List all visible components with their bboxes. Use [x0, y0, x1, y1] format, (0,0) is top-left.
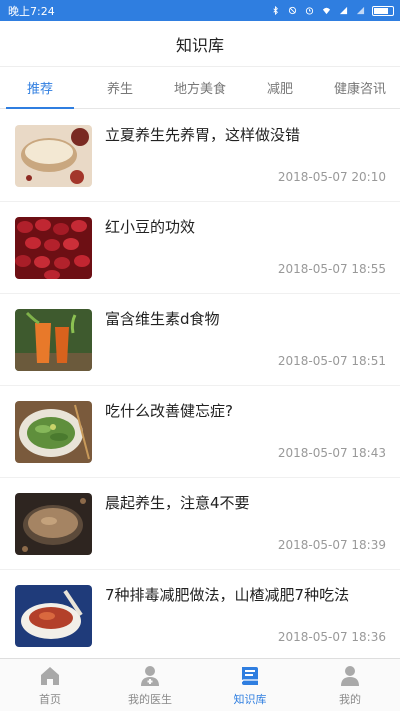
status-icons	[270, 5, 394, 16]
article-title[interactable]: 7种排毒减肥做法，山楂减肥7种吃法	[105, 584, 386, 606]
article-item[interactable]: 吃什么改善健忘症? 2018-05-07 18:43	[0, 386, 400, 478]
doctor-icon	[141, 665, 159, 686]
person-icon	[341, 665, 359, 686]
vegetable-plate-image	[15, 401, 92, 463]
tab-recommend[interactable]: 推荐	[0, 67, 80, 109]
nav-knowledge-base-label: 知识库	[233, 692, 267, 706]
article-item[interactable]: 红小豆的功效 2018-05-07 18:55	[0, 202, 400, 294]
article-title[interactable]: 立夏养生先养胃，这样做没错	[105, 124, 386, 146]
bottom-navigation: 首页 我的医生 知识库 我的	[0, 658, 400, 711]
wifi-icon	[322, 7, 331, 15]
hawthorn-soup-image	[15, 585, 92, 647]
status-time: 晚上7:24	[8, 4, 55, 18]
battery-icon	[372, 5, 394, 16]
nav-my-doctor[interactable]: 我的医生	[100, 659, 200, 711]
tab-weight-loss[interactable]: 减肥	[240, 67, 320, 108]
signal-icon	[356, 6, 365, 15]
porridge-bowl-image	[15, 125, 92, 187]
nav-home[interactable]: 首页	[0, 659, 100, 711]
article-title[interactable]: 红小豆的功效	[105, 216, 386, 238]
mute-icon	[288, 6, 297, 15]
article-title[interactable]: 吃什么改善健忘症?	[105, 400, 386, 422]
tab-local-food[interactable]: 地方美食	[160, 67, 240, 108]
book-icon	[241, 666, 258, 685]
page-title: 知识库	[175, 35, 224, 55]
article-item[interactable]: 立夏养生先养胃，这样做没错 2018-05-07 20:10	[0, 110, 400, 202]
page-title-bar: 知识库	[0, 21, 400, 67]
article-time: 2018-05-07 18:39	[277, 538, 386, 552]
nav-me[interactable]: 我的	[300, 659, 400, 711]
article-time: 2018-05-07 18:51	[277, 354, 386, 368]
status-bar: 晚上7:24	[0, 0, 400, 21]
nav-home-label: 首页	[39, 692, 61, 706]
article-title[interactable]: 晨起养生，注意4不要	[105, 492, 386, 514]
nav-me-label: 我的	[339, 692, 361, 706]
nav-my-doctor-label: 我的医生	[128, 692, 172, 706]
red-beans-image	[15, 217, 92, 279]
signal-icon	[339, 6, 348, 15]
article-item[interactable]: 7种排毒减肥做法，山楂减肥7种吃法 2018-05-07 18:36	[0, 570, 400, 658]
tab-health-care[interactable]: 养生	[80, 67, 160, 108]
article-item[interactable]: 晨起养生，注意4不要 2018-05-07 18:39	[0, 478, 400, 570]
article-time: 2018-05-07 20:10	[277, 170, 386, 184]
home-icon	[41, 666, 59, 685]
article-time: 2018-05-07 18:43	[277, 446, 386, 460]
grain-porridge-image	[15, 493, 92, 555]
nav-knowledge-base[interactable]: 知识库	[200, 659, 300, 711]
article-list: 立夏养生先养胃，这样做没错 2018-05-07 20:10 红小豆的功效 20	[0, 110, 400, 658]
article-item[interactable]: 富含维生素d食物 2018-05-07 18:51	[0, 294, 400, 386]
category-tabs: 推荐 养生 地方美食 减肥 健康咨讯	[0, 67, 400, 109]
article-title[interactable]: 富含维生素d食物	[105, 308, 386, 330]
carrot-juice-image	[15, 309, 92, 371]
article-time: 2018-05-07 18:55	[277, 262, 386, 276]
bluetooth-icon	[273, 6, 278, 15]
alarm-icon	[305, 7, 314, 15]
article-time: 2018-05-07 18:36	[277, 630, 386, 644]
tab-health-news[interactable]: 健康咨讯	[320, 67, 400, 108]
